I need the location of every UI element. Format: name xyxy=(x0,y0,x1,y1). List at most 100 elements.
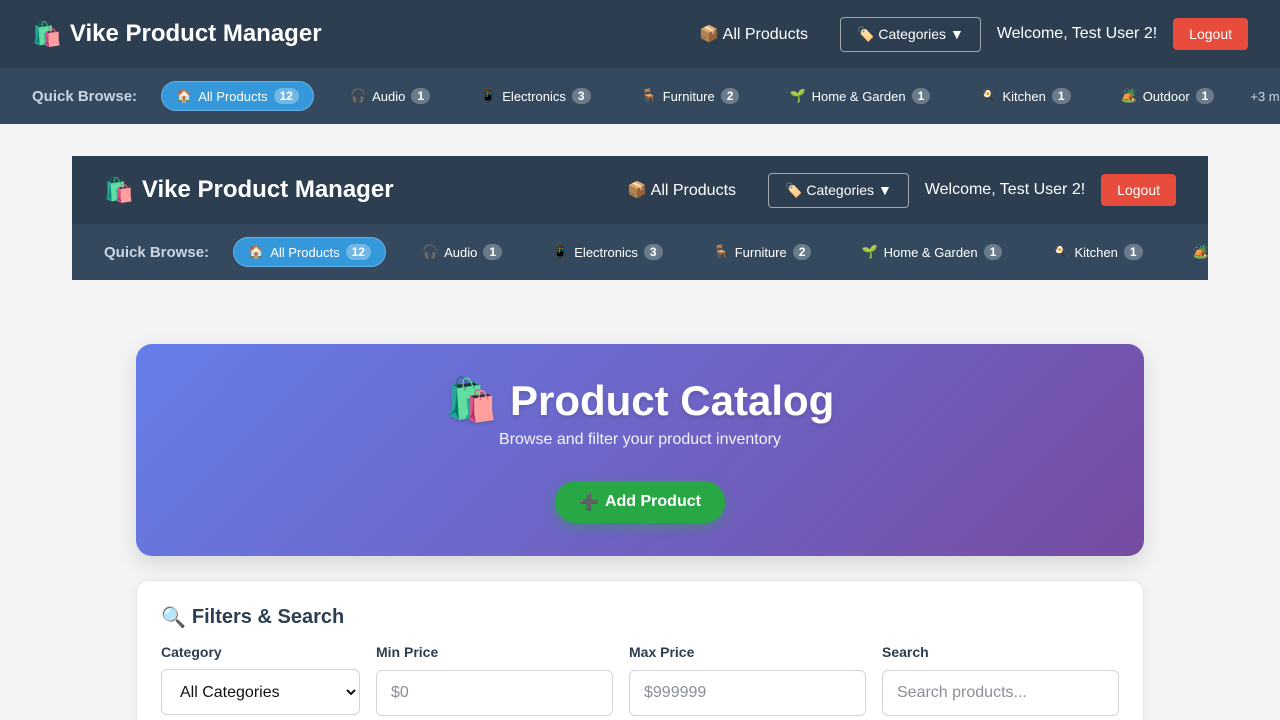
seedling-icon: 🌱 xyxy=(861,244,878,259)
chip-audio[interactable]: 🎧 Audio 1 xyxy=(408,238,516,266)
chip-outdoor[interactable]: 🏕️Outdoor1 xyxy=(1179,238,1209,266)
chip-count: 1 xyxy=(1195,88,1215,104)
nav-right: 📦 All Products 🏷️ Categories ▼ Welcome, … xyxy=(683,16,1248,52)
chip-furniture[interactable]: 🪑 Furniture 2 xyxy=(627,82,754,110)
welcome-text: Welcome, Test User 2! xyxy=(996,25,1158,42)
chip-audio[interactable]: 🎧 Audio 1 xyxy=(336,82,444,110)
nested-quick-browse-bar: Quick Browse: 🏠 All Products 12 🎧 Audio 1 📱 E… xyxy=(72,224,1208,280)
chip-count: 12 xyxy=(273,88,299,104)
max-price-label: Max Price xyxy=(629,644,695,660)
quick-browse-label: Quick Browse: xyxy=(104,243,210,261)
search-input[interactable] xyxy=(882,670,1119,716)
chip-kitchen[interactable]: 🍳 Kitchen 1 xyxy=(1038,238,1156,266)
phone-icon: 📱 xyxy=(552,244,569,259)
categories-dropdown-button[interactable]: 🏷️ Categories ▼ xyxy=(840,16,981,52)
chip-label: Electronics xyxy=(574,244,638,260)
shopping-bags-icon: 🛍️ xyxy=(445,376,498,423)
catalog-hero: 🛍️ Product Catalog Browse and filter you… xyxy=(136,344,1144,556)
chip-count: 1 xyxy=(1123,244,1143,260)
brand-title: Vike Product Manager xyxy=(141,176,394,203)
chip-electronics[interactable]: 📱 Electronics 3 xyxy=(466,82,604,110)
camping-icon: 🏕️ xyxy=(1120,88,1137,103)
chip-label: All Products xyxy=(198,88,268,104)
welcome-text: Welcome, Test User 2! xyxy=(924,181,1086,198)
chip-count: 12 xyxy=(345,244,371,260)
min-price-field: Min Price xyxy=(376,644,613,716)
brand-title: Vike Product Manager xyxy=(69,20,322,47)
category-label: Category xyxy=(161,644,222,660)
nested-layout-header: 🛍️ Vike Product Manager 📦 All Products 🏷… xyxy=(72,156,1208,280)
page-title-text: Product Catalog xyxy=(509,376,835,424)
frying-pan-icon: 🍳 xyxy=(980,88,997,103)
chip-all-products[interactable]: 🏠 All Products 12 xyxy=(233,237,386,267)
page-subtitle: Browse and filter your product inventory xyxy=(499,431,781,448)
page-title: 🛍️ Product Catalog xyxy=(136,376,1144,425)
nav-all-products-link[interactable]: 📦 All Products xyxy=(611,172,752,208)
nav-right: 📦 All Products 🏷️ Categories ▼ Welcome, … xyxy=(611,172,1176,208)
chip-label: Kitchen xyxy=(1002,88,1046,104)
chip-label: Furniture xyxy=(734,244,787,260)
logout-button[interactable]: Logout xyxy=(1101,174,1176,206)
camping-icon: 🏕️ xyxy=(1192,244,1209,259)
shopping-bags-icon: 🛍️ xyxy=(32,20,62,48)
chip-label: Kitchen xyxy=(1074,244,1118,260)
categories-dropdown-button[interactable]: 🏷️ Categories ▼ xyxy=(768,172,909,208)
add-product-label: Add Product xyxy=(604,493,701,510)
nav-all-products-label: All Products xyxy=(650,182,737,199)
search-icon: 🔍 xyxy=(161,607,186,629)
min-price-label: Min Price xyxy=(376,644,439,660)
category-select[interactable]: All Categories xyxy=(161,669,360,715)
seedling-icon: 🌱 xyxy=(789,88,806,103)
chip-label: Audio xyxy=(444,244,478,260)
chip-home-garden[interactable]: 🌱 Home & Garden 1 xyxy=(775,82,944,110)
package-icon: 📦 xyxy=(627,182,648,199)
brand[interactable]: 🛍️ Vike Product Manager xyxy=(104,176,394,205)
chip-label: Electronics xyxy=(502,88,566,104)
chip-count: 3 xyxy=(571,88,591,104)
chip-count: 1 xyxy=(911,88,931,104)
chip-count: 1 xyxy=(483,244,503,260)
headphones-icon: 🎧 xyxy=(349,88,367,103)
chair-icon: 🪑 xyxy=(640,88,657,103)
chip-outdoor[interactable]: 🏕️ Outdoor 1 xyxy=(1107,82,1229,110)
chip-label: All Products xyxy=(270,244,340,260)
chip-count: 1 xyxy=(1051,88,1071,104)
chip-home-garden[interactable]: 🌱 Home & Garden 1 xyxy=(847,238,1016,266)
quick-browse-label: Quick Browse: xyxy=(32,87,138,105)
chip-count: 2 xyxy=(720,88,740,104)
phone-icon: 📱 xyxy=(480,88,497,103)
max-price-field: Max Price xyxy=(629,644,866,716)
add-product-button[interactable]: ➕ Add Product xyxy=(555,481,725,523)
category-field: Category All Categories xyxy=(161,644,360,716)
chip-count: 2 xyxy=(792,244,812,260)
nav-all-products-label: All Products xyxy=(722,26,809,43)
headphones-icon: 🎧 xyxy=(421,244,439,259)
search-field: Search xyxy=(882,644,1119,716)
nav-all-products-link[interactable]: 📦 All Products xyxy=(683,16,824,52)
main-navbar: 🛍️ Vike Product Manager 📦 All Products 🏷… xyxy=(0,0,1280,68)
chip-furniture[interactable]: 🪑 Furniture 2 xyxy=(699,238,826,266)
max-price-input[interactable] xyxy=(629,670,866,716)
shopping-bags-icon: 🛍️ xyxy=(104,176,134,204)
chip-label: Outdoor xyxy=(1142,88,1190,104)
chip-count: 3 xyxy=(643,244,663,260)
chair-icon: 🪑 xyxy=(712,244,729,259)
chip-label: Home & Garden xyxy=(811,88,906,104)
logout-button[interactable]: Logout xyxy=(1173,18,1248,50)
chip-label: Audio xyxy=(372,88,406,104)
chip-count: 1 xyxy=(411,88,431,104)
filters-title-text: Filters & Search xyxy=(191,606,345,628)
more-categories-link[interactable]: +3 more... xyxy=(1250,89,1280,104)
min-price-input[interactable] xyxy=(376,670,613,716)
chip-count: 1 xyxy=(983,244,1003,260)
chip-electronics[interactable]: 📱 Electronics 3 xyxy=(538,238,676,266)
home-icon: 🏠 xyxy=(176,88,193,103)
quick-browse-bar: Quick Browse: 🏠 All Products 12 🎧 Audio 1 📱 E… xyxy=(0,68,1280,124)
search-label: Search xyxy=(882,644,929,660)
brand[interactable]: 🛍️ Vike Product Manager xyxy=(32,20,322,49)
chip-kitchen[interactable]: 🍳 Kitchen 1 xyxy=(966,82,1084,110)
chip-all-products[interactable]: 🏠 All Products 12 xyxy=(161,81,314,111)
home-icon: 🏠 xyxy=(248,244,265,259)
package-icon: 📦 xyxy=(699,26,720,43)
filter-row: Category All Categories Min Price Max Pr… xyxy=(161,644,1119,716)
